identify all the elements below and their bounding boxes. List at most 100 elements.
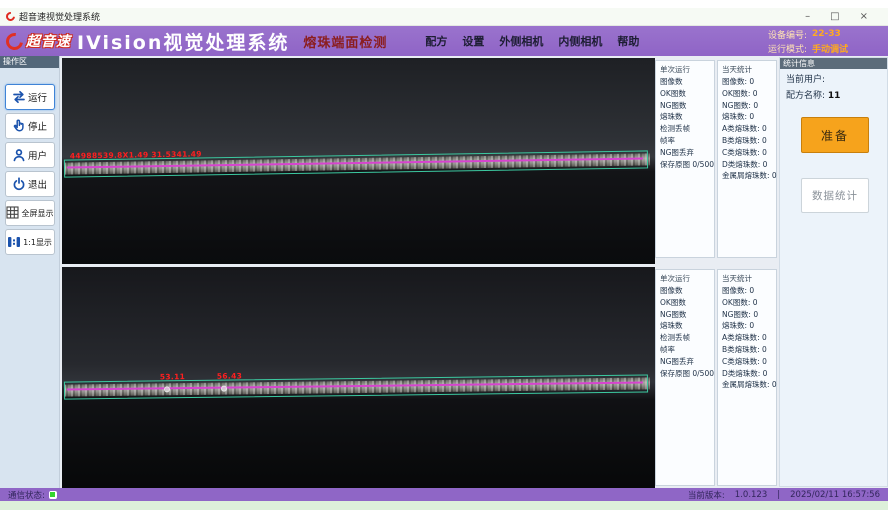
stat-row: 金属屑熔珠数: 0: [722, 379, 776, 391]
maximize-button[interactable]: □: [830, 8, 839, 26]
separator: |: [777, 490, 780, 500]
stat-row: 熔珠数: [660, 320, 714, 332]
point-label: 53.11: [160, 372, 185, 381]
status-bar: 通信状态: 当前版本: 1.0.123 | 2025/02/11 16:57:5…: [0, 488, 888, 501]
fullscreen-button[interactable]: 全屏显示: [5, 200, 55, 226]
fullscreen-grid-icon: [6, 206, 20, 220]
stat-row: NG图数: 0: [722, 309, 776, 321]
prepare-button[interactable]: 准备: [801, 117, 869, 153]
group-title: 单次运行: [660, 272, 714, 285]
window-titlebar: 超音速视觉处理系统 – □ ×: [0, 8, 888, 26]
menu-item[interactable]: 外侧相机: [499, 33, 543, 49]
point-label: 56.43: [217, 371, 242, 380]
app-header: 超音速 IVision视觉处理系统 熔珠端面检测 配方 设置 外侧相机 内侧相机…: [0, 26, 888, 56]
outer-camera-view[interactable]: 44988539.8X1.49 31.5341.49: [62, 58, 655, 264]
stat-row: D类熔珠数: 0: [722, 159, 776, 171]
stat-row: 图像数: 0: [722, 285, 776, 297]
run-arrows-icon: [12, 90, 26, 104]
menu-item[interactable]: 配方: [425, 33, 447, 49]
defect-marker: [221, 386, 227, 392]
current-user-label: 当前用户:: [786, 75, 825, 85]
info-panel-title: 统计信息: [780, 58, 887, 69]
run-button-label: 运行: [28, 90, 47, 104]
stat-row: 检测丢帧: [660, 123, 714, 135]
stat-row: NG图数: [660, 309, 714, 321]
current-user-row: 当前用户:: [780, 69, 887, 85]
user-icon: [12, 148, 26, 162]
stat-row: 熔珠数: [660, 111, 714, 123]
fullscreen-button-label: 全屏显示: [22, 208, 54, 219]
group-title: 单次运行: [660, 63, 714, 76]
device-id-value: 22-33: [812, 29, 848, 39]
group-title: 当天统计: [722, 63, 776, 76]
operation-sidebar: 操作区 运行 停止: [0, 56, 60, 488]
stat-row: C类熔珠数: 0: [722, 147, 776, 159]
minimize-button[interactable]: –: [805, 8, 810, 26]
device-id-label: 设备编号:: [768, 28, 807, 41]
stat-row: D类熔珠数: 0: [722, 368, 776, 380]
run-button[interactable]: 运行: [5, 84, 55, 110]
one-to-one-button[interactable]: 1:1显示: [5, 229, 55, 255]
window-controls: – □ ×: [805, 8, 882, 26]
menu-item[interactable]: 帮助: [617, 33, 639, 49]
user-button[interactable]: 用户: [5, 142, 55, 168]
version-value: 1.0.123: [735, 490, 767, 500]
exit-button[interactable]: 退出: [5, 171, 55, 197]
main-menu: 配方 设置 外侧相机 内侧相机 帮助: [425, 33, 639, 49]
version-label: 当前版本:: [688, 489, 725, 501]
stat-row: 帧率: [660, 344, 714, 356]
stat-row: B类熔珠数: 0: [722, 135, 776, 147]
stat-row: B类熔珠数: 0: [722, 344, 776, 356]
stat-row: A类熔珠数: 0: [722, 332, 776, 344]
recipe-row: 配方名称: 11: [780, 85, 887, 101]
one-to-one-button-label: 1:1显示: [23, 237, 52, 248]
menu-item[interactable]: 内侧相机: [558, 33, 602, 49]
defect-marker: [164, 386, 170, 392]
stat-row: 金属屑熔珠数: 0: [722, 170, 776, 182]
sidebar-title: 操作区: [0, 56, 59, 68]
stat-row: NG图数: 0: [722, 100, 776, 112]
power-icon: [12, 177, 26, 191]
run-mode-value: 手动调试: [812, 42, 848, 55]
data-statistics-button[interactable]: 数据统计: [801, 178, 869, 213]
single-run-stats-top: 单次运行 图像数OK图数NG图数熔珠数检测丢帧帧率NG图丢弃保存原图 0/500: [655, 60, 715, 258]
stat-row: 图像数: 0: [722, 76, 776, 88]
main-area: 操作区 运行 停止: [0, 56, 888, 488]
daily-stats-top: 当天统计 图像数: 0OK图数: 0NG图数: 0熔珠数: 0A类熔珠数: 0B…: [717, 60, 777, 258]
stat-row: A类熔珠数: 0: [722, 123, 776, 135]
user-button-label: 用户: [28, 148, 47, 162]
stat-row: 保存原图 0/500: [660, 159, 714, 171]
stop-button[interactable]: 停止: [5, 113, 55, 139]
statistics-info-panel: 统计信息 当前用户: 配方名称: 11 准备 数据统计: [779, 57, 888, 487]
exit-button-label: 退出: [28, 177, 47, 191]
stat-row: 保存原图 0/500: [660, 368, 714, 380]
stat-row: NG图丢弃: [660, 356, 714, 368]
inspection-mode-title: 熔珠端面检测: [303, 32, 387, 51]
stat-row: 熔珠数: 0: [722, 320, 776, 332]
stat-row: OK图数: 0: [722, 297, 776, 309]
menu-item[interactable]: 设置: [462, 33, 484, 49]
device-info: 设备编号: 22-33 运行模式: 手动调试: [768, 28, 878, 55]
group-title: 当天统计: [722, 272, 776, 285]
window-title: 超音速视觉处理系统: [19, 10, 100, 23]
recipe-name-label: 配方名称:: [786, 91, 825, 101]
run-mode-label: 运行模式:: [768, 42, 807, 55]
close-button[interactable]: ×: [860, 8, 868, 26]
comm-status-indicator: [49, 491, 57, 499]
stat-row: OK图数: 0: [722, 88, 776, 100]
inner-camera-view[interactable]: 53.11 56.43: [62, 267, 655, 488]
comm-green-light-icon: [50, 492, 55, 497]
recipe-name-value: 11: [828, 91, 841, 101]
stop-button-label: 停止: [28, 119, 47, 133]
single-run-stats-bottom: 单次运行 图像数OK图数NG图数熔珠数检测丢帧帧率NG图丢弃保存原图 0/500: [655, 269, 715, 486]
stat-row: NG图丢弃: [660, 147, 714, 159]
stat-row: C类熔珠数: 0: [722, 356, 776, 368]
stop-hand-icon: [12, 119, 26, 133]
comm-status-label: 通信状态:: [8, 489, 45, 501]
one-to-one-icon: [7, 235, 21, 249]
page-title: IVision视觉处理系统: [77, 28, 289, 55]
daily-stats-bottom: 当天统计 图像数: 0OK图数: 0NG图数: 0熔珠数: 0A类熔珠数: 0B…: [717, 269, 777, 486]
stat-row: 熔珠数: 0: [722, 111, 776, 123]
app-logo-icon: [4, 10, 17, 23]
stat-row: 检测丢帧: [660, 332, 714, 344]
